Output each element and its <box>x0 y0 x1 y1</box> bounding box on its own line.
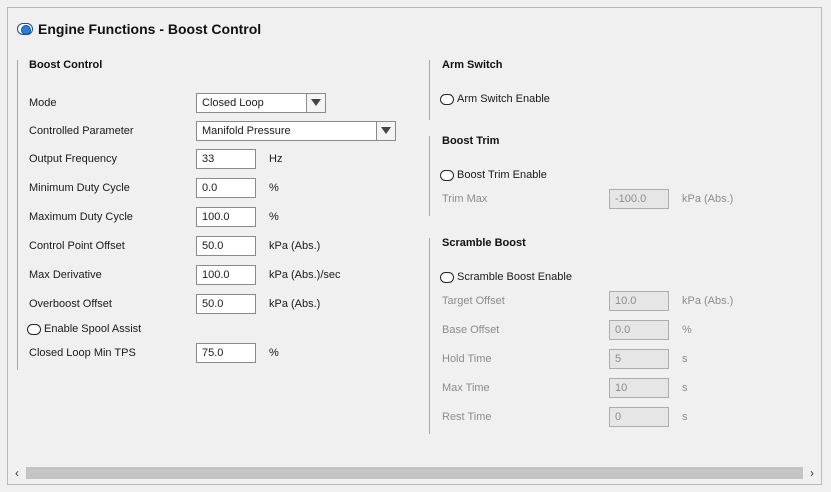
scroll-left-icon[interactable]: ‹ <box>8 464 26 482</box>
scroll-thumb[interactable] <box>26 467 803 479</box>
scramble-boost-enable-toggle[interactable]: Scramble Boost Enable <box>440 271 572 283</box>
maximum-duty-cycle-input[interactable] <box>196 207 256 227</box>
panel-header: Engine Functions - Boost Control <box>17 20 261 38</box>
control-point-offset-unit: kPa (Abs.) <box>269 240 321 252</box>
minimum-duty-cycle-input[interactable] <box>196 178 256 198</box>
rest-time-input[interactable] <box>609 407 669 427</box>
rest-time-unit: s <box>682 411 688 423</box>
controlled-parameter-label: Controlled Parameter <box>29 125 134 137</box>
overboost-offset-unit: kPa (Abs.) <box>269 298 321 310</box>
output-frequency-unit: Hz <box>269 153 283 165</box>
base-offset-label: Base Offset <box>442 324 500 336</box>
horizontal-scrollbar[interactable]: ‹ › <box>8 464 821 482</box>
arm-switch-enable-label: Arm Switch Enable <box>457 93 550 105</box>
scroll-right-icon[interactable]: › <box>803 464 821 482</box>
control-point-offset-input[interactable] <box>196 236 256 256</box>
mode-dropdown[interactable]: Closed Loop <box>196 93 326 113</box>
rest-time-label: Rest Time <box>442 411 492 423</box>
closed-loop-min-tps-label: Closed Loop Min TPS <box>29 347 136 359</box>
panel-enable-toggle-icon[interactable] <box>17 23 33 35</box>
boost-control-panel <box>7 7 822 485</box>
spool-assist-radio-icon[interactable] <box>27 323 41 335</box>
target-offset-unit: kPa (Abs.) <box>682 295 734 307</box>
boost-control-divider <box>17 60 18 370</box>
overboost-offset-input[interactable] <box>196 294 256 314</box>
hold-time-input[interactable] <box>609 349 669 369</box>
boost-trim-enable-label: Boost Trim Enable <box>457 169 547 181</box>
page-title: Engine Functions - Boost Control <box>38 21 262 37</box>
mode-value: Closed Loop <box>202 97 264 109</box>
max-time-input[interactable] <box>609 378 669 398</box>
base-offset-unit: % <box>682 324 692 336</box>
scramble-boost-radio-icon[interactable] <box>440 271 454 283</box>
target-offset-input[interactable] <box>609 291 669 311</box>
minimum-duty-cycle-label: Minimum Duty Cycle <box>29 182 130 194</box>
chevron-down-icon[interactable] <box>306 94 325 112</box>
control-point-offset-label: Control Point Offset <box>29 240 125 252</box>
enable-spool-assist-toggle[interactable]: Enable Spool Assist <box>27 323 141 335</box>
output-frequency-label: Output Frequency <box>29 153 118 165</box>
max-time-unit: s <box>682 382 688 394</box>
boost-trim-divider <box>429 136 430 216</box>
arm-switch-radio-icon[interactable] <box>440 93 454 105</box>
controlled-parameter-dropdown[interactable]: Manifold Pressure <box>196 121 396 141</box>
max-derivative-input[interactable] <box>196 265 256 285</box>
overboost-offset-label: Overboost Offset <box>29 298 112 310</box>
hold-time-label: Hold Time <box>442 353 492 365</box>
base-offset-input[interactable] <box>609 320 669 340</box>
hold-time-unit: s <box>682 353 688 365</box>
trim-max-unit: kPa (Abs.) <box>682 193 734 205</box>
minimum-duty-cycle-unit: % <box>269 182 279 194</box>
closed-loop-min-tps-unit: % <box>269 347 279 359</box>
arm-switch-divider <box>429 60 430 120</box>
boost-trim-enable-toggle[interactable]: Boost Trim Enable <box>440 169 547 181</box>
scramble-boost-divider <box>429 238 430 434</box>
scramble-boost-title: Scramble Boost <box>442 237 526 249</box>
closed-loop-min-tps-input[interactable] <box>196 343 256 363</box>
controlled-parameter-value: Manifold Pressure <box>202 125 291 137</box>
enable-spool-assist-label: Enable Spool Assist <box>44 323 142 335</box>
output-frequency-input[interactable] <box>196 149 256 169</box>
maximum-duty-cycle-label: Maximum Duty Cycle <box>29 211 133 223</box>
maximum-duty-cycle-unit: % <box>269 211 279 223</box>
boost-control-title: Boost Control <box>29 59 103 71</box>
mode-label: Mode <box>29 97 57 109</box>
boost-trim-title: Boost Trim <box>442 135 500 147</box>
trim-max-label: Trim Max <box>442 193 488 205</box>
boost-trim-radio-icon[interactable] <box>440 169 454 181</box>
arm-switch-enable-toggle[interactable]: Arm Switch Enable <box>440 93 550 105</box>
max-derivative-unit: kPa (Abs.)/sec <box>269 269 341 281</box>
arm-switch-title: Arm Switch <box>442 59 503 71</box>
chevron-down-icon[interactable] <box>376 122 395 140</box>
max-derivative-label: Max Derivative <box>29 269 102 281</box>
max-time-label: Max Time <box>442 382 490 394</box>
target-offset-label: Target Offset <box>442 295 505 307</box>
trim-max-input[interactable] <box>609 189 669 209</box>
scramble-boost-enable-label: Scramble Boost Enable <box>457 271 572 283</box>
